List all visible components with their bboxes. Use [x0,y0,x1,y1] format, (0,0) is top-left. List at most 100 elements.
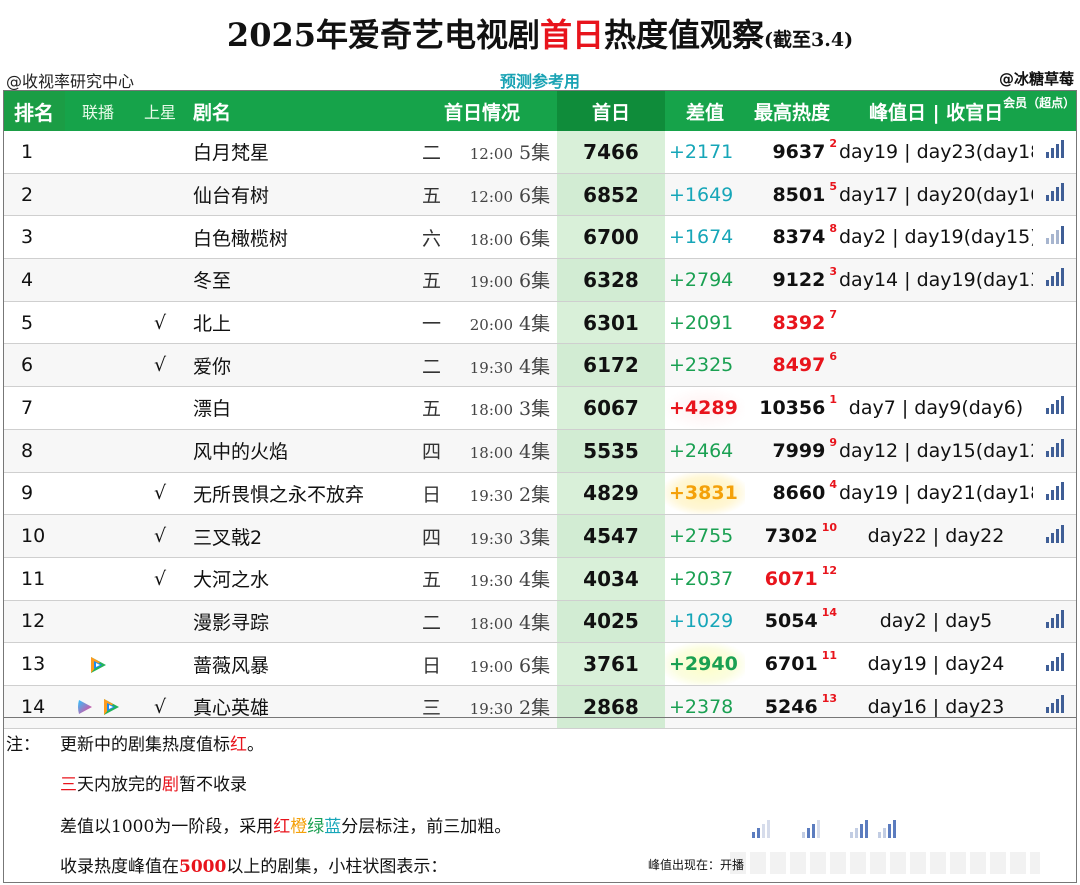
premiere-time: 12:00 [469,188,513,207]
premiere-episodes: 2集 [519,697,551,720]
table-row: 4 冬至五 19:00 6集 6328 +2794 9122 3 day14 | day19(d… [3,258,1077,302]
simulcast-cell [65,514,131,558]
table-row: 1 白月梵星二 12:00 5集 7466 +2171 9637 2 day19 | day23… [3,131,1077,174]
premiere-weekday: 三 [421,697,441,720]
peak-bar-cell [1033,343,1077,388]
table-row: 9 √ 无所畏惧之永不放弃日 19:30 2集 4829 +3831 8660 4 day19 |… [3,472,1077,516]
peak-cell: 5054 14 [745,600,839,644]
peak-bar-cell [1033,514,1077,558]
premiere-time: 18:00 [469,230,513,249]
peak-rank: 2 [829,136,837,150]
satellite-cell [131,642,189,686]
premiere-episodes: 6集 [519,227,551,250]
premiere-cell: 五 18:00 3集 [407,386,557,430]
premiere-weekday: 日 [421,483,441,506]
first-day-score: 6067 [557,386,665,430]
premiere-time: 20:00 [469,316,513,335]
peak-cell: 9122 3 [745,258,839,302]
drama-name: 大河之水 [189,557,407,601]
peak-cell: 8497 6 [745,343,839,388]
premiere-time: 19:30 [469,358,513,377]
simulcast-cell [65,600,131,644]
peak-bar-cell [1033,386,1077,430]
rank-cell: 12 [3,600,65,644]
peak-days [839,301,1033,345]
table-row: 6 √ 爱你二 19:30 4集 6172 +2325 8497 6 [3,343,1077,388]
table-row: 3 白色橄榄树六 18:00 6集 6700 +1674 8374 8 day2 | day19… [3,215,1077,260]
satellite-cell [131,131,189,174]
header-rank: 排名 [3,91,65,131]
peak-cell: 8374 8 [745,215,839,260]
table-row: 5 √ 北上一 20:00 4集 6301 +2091 8392 7 [3,301,1077,345]
peak-rank: 6 [829,350,837,364]
premiere-time: 19:00 [469,273,513,292]
peak-bar-cell [1033,685,1077,729]
premiere-episodes: 4集 [519,611,551,634]
premiere-time: 18:00 [469,444,513,463]
peak-value: 6071 [764,567,818,590]
satellite-cell [131,215,189,260]
diff-value: +2091 [665,301,745,345]
peak-days: day12 | day15(day12) [839,429,1033,473]
premiere-weekday: 五 [421,185,441,208]
rank-cell: 8 [3,429,65,473]
peak-cell: 9637 2 [745,131,839,174]
satellite-cell: √ [131,685,189,729]
diff-value: +1649 [665,173,745,217]
diff-value: +1029 [665,600,745,644]
header-diff: 差值 [665,91,745,131]
peak-bar-icon [1046,524,1064,543]
first-day-score: 5535 [557,429,665,473]
drama-name: 漂白 [189,386,407,430]
first-day-score: 6301 [557,301,665,345]
peak-value: 9122 [772,268,826,291]
rank-cell: 10 [3,514,65,558]
peak-bar-cell [1033,301,1077,345]
header-simulcast: 联播 [65,91,131,131]
peak-bar-icon [1046,439,1064,458]
premiere-time: 18:00 [469,614,513,633]
premiere-episodes: 4集 [519,355,551,378]
rank-cell: 5 [3,301,65,345]
rank-cell: 7 [3,386,65,430]
legend-strip [730,852,1040,874]
premiere-cell: 六 18:00 6集 [407,215,557,260]
simulcast-cell [65,173,131,217]
peak-bar-cell [1033,600,1077,644]
peak-rank: 13 [821,691,837,705]
premiere-time: 19:30 [469,529,513,548]
legend-label: 峰值出现在：开播 [648,858,745,872]
premiere-episodes: 3集 [519,398,551,421]
premiere-weekday: 日 [421,654,441,677]
simulcast-cell [65,472,131,516]
premiere-cell: 日 19:30 2集 [407,472,557,516]
diff-value: +2378 [665,685,745,729]
diff-value: +2940 [665,642,745,686]
peak-days: day22 | day22 [839,514,1033,558]
first-day-score: 6172 [557,343,665,388]
diff-value: +2037 [665,557,745,601]
first-day-score: 6328 [557,258,665,302]
drama-name: 仙台有树 [189,173,407,217]
header-peak-days: 峰值日 | 收官日会员（超点） [839,91,1077,131]
tencent-video-icon [91,656,106,673]
drama-name: 三叉戟2 [189,514,407,558]
premiere-weekday: 五 [421,569,441,592]
peak-bar-icon [1046,652,1064,671]
satellite-cell [131,600,189,644]
peak-bar-icon [1046,695,1064,714]
peak-days: day19 | day21(day18) [839,472,1033,516]
drama-name: 风中的火焰 [189,429,407,473]
premiere-time: 18:00 [469,401,513,420]
drama-name: 爱你 [189,343,407,388]
premiere-weekday: 六 [421,227,441,250]
premiere-weekday: 四 [421,526,441,549]
simulcast-cell [65,343,131,388]
premiere-cell: 二 12:00 5集 [407,131,557,174]
premiere-episodes: 4集 [519,441,551,464]
diff-value: +2325 [665,343,745,388]
premiere-weekday: 四 [421,441,441,464]
simulcast-cell [65,131,131,174]
peak-cell: 8660 4 [745,472,839,516]
rank-cell: 3 [3,215,65,260]
